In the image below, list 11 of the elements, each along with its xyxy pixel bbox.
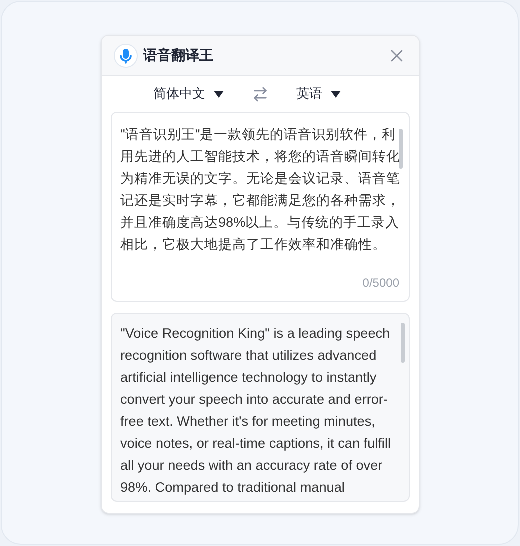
- character-counter: 0/5000: [362, 275, 400, 292]
- microphone-logo-icon: [114, 44, 138, 68]
- caret-down-icon: [330, 90, 340, 98]
- caret-down-icon: [214, 90, 224, 98]
- target-language-dropdown[interactable]: 英语: [296, 84, 376, 104]
- scroll-thumb: [400, 323, 404, 363]
- swap-languages-button[interactable]: [252, 86, 268, 102]
- window-title: 语音翻译王: [144, 46, 214, 65]
- scroll-thumb: [398, 129, 402, 169]
- source-language-dropdown[interactable]: 简体中文: [144, 84, 224, 104]
- translation-text: "Voice Recognition King" is a leading speech recognition software that utilizes advanced artificial intelligence technology to instantly convert your speech into accurate and error-free text. Whether it's for meeting minutes, voice notes, or real-time captions, it can fulfill all your needs with an accuracy rate of over 98%. Compared to traditional manual: [120, 325, 392, 497]
